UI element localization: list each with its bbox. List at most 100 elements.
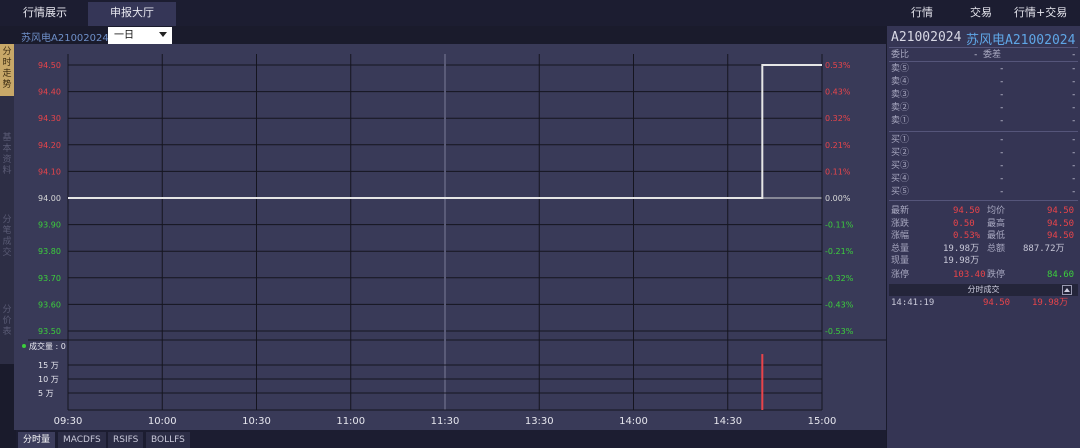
time-tick-label: 14:30 — [713, 416, 742, 427]
volume-tick-label: 15 万 — [38, 361, 59, 370]
pct-tick-label: -0.53% — [825, 327, 854, 336]
price-tick-label: 93.90 — [38, 221, 61, 230]
stat-value: 94.50 — [1047, 218, 1075, 229]
stat-label: 涨跌 — [891, 218, 910, 229]
divider — [889, 200, 1078, 201]
sell-level-label: 卖⑤ — [891, 64, 910, 74]
buy-level-label: 买① — [891, 135, 910, 145]
weicha-value: - — [1071, 50, 1077, 60]
sell-volume: - — [1071, 64, 1077, 74]
menu-market[interactable]: 行情 — [911, 0, 933, 26]
stat-label: 总额 — [987, 243, 1006, 254]
weibi-value: - — [973, 50, 979, 60]
sell-price: - — [999, 64, 1005, 74]
tick-volume: 19.98万 — [1032, 298, 1069, 308]
buy-price: - — [999, 135, 1005, 145]
buy-volume: - — [1071, 187, 1077, 197]
divider — [889, 47, 1078, 48]
stat-value: 94.50 — [1047, 206, 1075, 216]
tick-price: 94.50 — [983, 298, 1011, 308]
sell-price: - — [999, 116, 1005, 126]
intraday-chart[interactable]: 94.50 0.53% 94.40 0.43% 94.30 0.32% 94.20 0.21%… — [14, 44, 886, 430]
volume-bar[interactable] — [761, 354, 764, 410]
time-tick-label: 09:30 — [54, 416, 83, 427]
stat-value: 0.53% — [953, 231, 981, 241]
tab-bollfs[interactable]: BOLLFS — [146, 432, 190, 448]
chevron-down-icon — [159, 32, 167, 37]
sell-row: 卖① - - — [891, 115, 1076, 127]
time-tick-label: 15:00 — [808, 416, 837, 427]
stat-value: 887.72万 — [1023, 243, 1065, 254]
sell-level-label: 卖④ — [891, 77, 910, 87]
price-tick-label: 94.40 — [38, 88, 61, 97]
buy-level-label: 买③ — [891, 161, 910, 171]
buy-row: 买⑤ - - — [891, 186, 1076, 198]
sell-row: 卖③ - - — [891, 89, 1076, 101]
sell-price: - — [999, 77, 1005, 87]
left-vertical-tabs: 分时走势 基本资料 分笔成交 分价表 — [0, 44, 14, 364]
stat-label: 最高 — [987, 218, 1006, 229]
weibi-row: 委比 - 委差 - — [891, 49, 1076, 61]
limit-down-label: 跌停 — [987, 270, 1006, 280]
tab-rsifs[interactable]: RSIFS — [108, 432, 144, 448]
buy-price: - — [999, 174, 1005, 184]
tab-macdfs[interactable]: MACDFS — [58, 432, 106, 448]
limit-row: 涨停 103.40 跌停 84.60 — [891, 269, 1076, 281]
pct-tick-label: -0.43% — [825, 300, 854, 309]
menu-market-trade[interactable]: 行情+交易 — [1014, 0, 1067, 26]
vtab-tick-trades[interactable]: 分笔成交 — [0, 212, 14, 264]
sell-level-label: 卖② — [891, 103, 910, 113]
vtab-price-table[interactable]: 分价表 — [0, 302, 14, 342]
stock-label: 苏风电A21002024 — [21, 33, 109, 44]
buy-volume: - — [1071, 148, 1077, 158]
period-select[interactable]: 一日 — [108, 27, 172, 44]
pct-tick-label: 0.43% — [825, 88, 851, 97]
volume-legend-label: 成交量 : 0 — [29, 341, 66, 351]
limit-down-value: 84.60 — [1047, 270, 1075, 280]
buy-price: - — [999, 161, 1005, 171]
vtab-basic-info[interactable]: 基本资料 — [0, 130, 14, 182]
sell-price: - — [999, 103, 1005, 113]
stat-label: 均价 — [987, 206, 1006, 216]
tab-order-hall[interactable]: 申报大厅 — [88, 2, 176, 26]
price-tick-label: 93.50 — [38, 327, 61, 336]
buy-level-label: 买⑤ — [891, 187, 910, 197]
stat-row: 总量 19.98万 总额 887.72万 — [891, 243, 1076, 255]
buy-volume: - — [1071, 135, 1077, 145]
tab-volume[interactable]: 分时量 — [18, 432, 56, 448]
period-select-value: 一日 — [114, 30, 134, 41]
tick-time: 14:41:19 — [891, 298, 935, 308]
buy-row: 买④ - - — [891, 173, 1076, 185]
pct-tick-label: 0.53% — [825, 61, 851, 70]
scroll-up-icon[interactable] — [1062, 285, 1072, 295]
vtab-intraday[interactable]: 分时走势 — [0, 44, 14, 96]
intraday-chart-svg: 94.50 0.53% 94.40 0.43% 94.30 0.32% 94.20 0.21%… — [22, 54, 886, 427]
time-tick-label: 11:30 — [431, 416, 460, 427]
price-tick-label: 93.60 — [38, 300, 61, 309]
tab-market-display[interactable]: 行情展示 — [2, 2, 88, 26]
buy-level-label: 买② — [891, 148, 910, 158]
sell-volume: - — [1071, 77, 1077, 87]
time-tick-label: 10:30 — [242, 416, 271, 427]
volume-tick-label: 5 万 — [38, 389, 54, 398]
pct-tick-label: -0.21% — [825, 247, 854, 256]
buy-price: - — [999, 148, 1005, 158]
stat-row: 最新 94.50 均价 94.50 — [891, 205, 1076, 217]
tick-trades-title: 分时成交 — [967, 285, 1000, 294]
sell-level-label: 卖① — [891, 116, 910, 126]
sell-price: - — [999, 90, 1005, 100]
stat-label: 涨幅 — [891, 231, 910, 241]
tick-trades-header: 分时成交 — [889, 284, 1078, 296]
stat-value: 19.98万 — [943, 256, 980, 266]
volume-tick-label: 10 万 — [38, 375, 59, 384]
pct-tick-label: -0.11% — [825, 221, 854, 230]
price-tick-label: 94.00 — [38, 194, 61, 203]
pct-tick-label: 0.11% — [825, 167, 851, 176]
menu-trade[interactable]: 交易 — [970, 0, 992, 26]
sell-volume: - — [1071, 103, 1077, 113]
top-bar: 行情展示 申报大厅 行情 交易 行情+交易 — [0, 0, 1080, 26]
pct-tick-label: 0.21% — [825, 141, 851, 150]
price-tick-label: 94.50 — [38, 61, 61, 70]
limit-up-value: 103.40 — [953, 270, 986, 280]
divider — [889, 131, 1078, 132]
